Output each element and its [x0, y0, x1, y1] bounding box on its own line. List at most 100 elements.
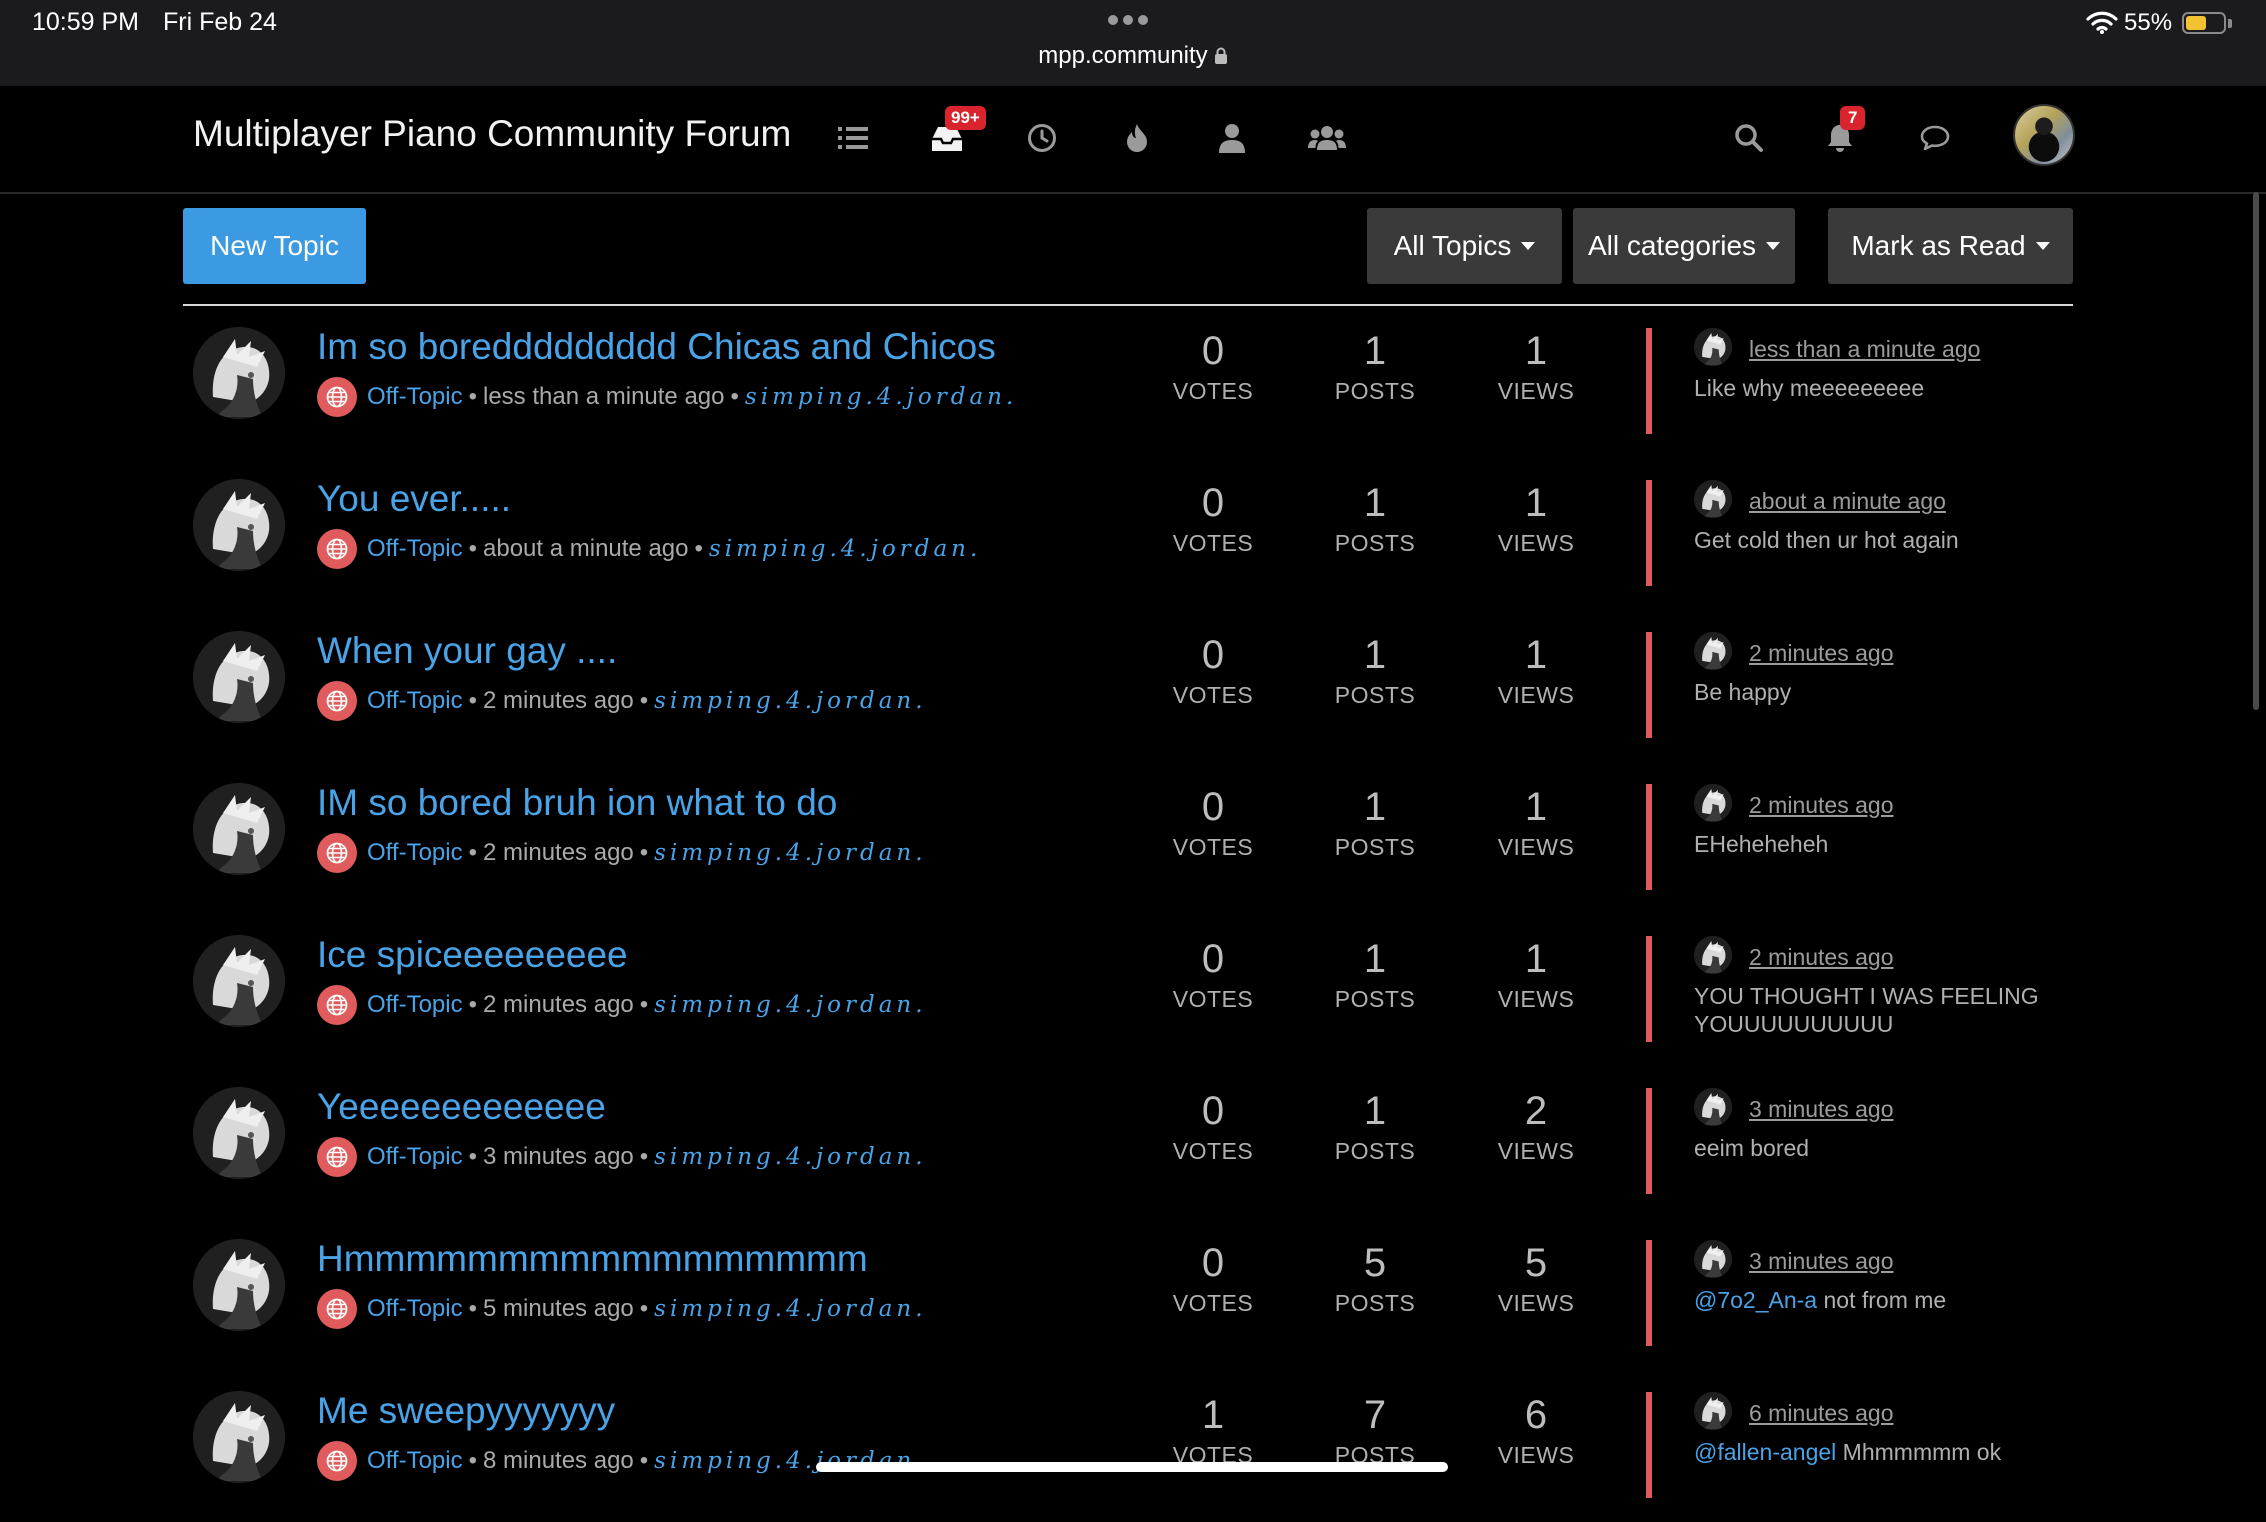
address-bar[interactable]: mpp.community	[0, 42, 2266, 72]
globe-icon[interactable]	[317, 377, 357, 417]
last-post-teaser[interactable]: Be happy	[1694, 678, 2054, 706]
category-link[interactable]: Off-Topic	[367, 535, 463, 563]
all-topics-dropdown[interactable]: All Topics	[1367, 208, 1562, 284]
user-mention-link[interactable]: @7o2_An-a	[1694, 1287, 1817, 1313]
topic-title-link[interactable]: IM so bored bruh ion what to do	[317, 782, 837, 824]
author-avatar[interactable]	[193, 327, 285, 419]
topic-title-link[interactable]: When your gay ....	[317, 630, 617, 672]
meta-separator: •	[468, 383, 477, 410]
last-poster-avatar[interactable]	[1694, 1392, 1732, 1430]
globe-icon[interactable]	[317, 985, 357, 1025]
last-poster-avatar[interactable]	[1694, 328, 1732, 366]
topic-title-link[interactable]: Hmmmmmmmmmmmmmmmmm	[317, 1238, 868, 1280]
last-post-time-link[interactable]: 3 minutes ago	[1749, 1096, 1893, 1123]
globe-icon[interactable]	[317, 1137, 357, 1177]
author-link[interactable]: simping.4.jordan.	[745, 384, 1017, 410]
views-count: 1	[1524, 481, 1548, 525]
last-post-teaser[interactable]: @7o2_An-a not from me	[1694, 1286, 2054, 1314]
author-avatar[interactable]	[193, 783, 285, 875]
category-link[interactable]: Off-Topic	[367, 839, 463, 867]
page-scrollbar[interactable]	[2253, 192, 2259, 710]
author-link[interactable]: simping.4.jordan.	[709, 536, 981, 562]
user-mention-link[interactable]: @fallen-angel	[1694, 1439, 1836, 1465]
topic-row[interactable]: IM so bored bruh ion what to do Off-Topi…	[0, 762, 2266, 914]
categories-list-icon[interactable]	[831, 116, 875, 160]
new-topic-button[interactable]: New Topic	[183, 208, 366, 284]
last-post-teaser[interactable]: eeim bored	[1694, 1134, 2054, 1162]
topic-row[interactable]: When your gay .... Off-Topic • 2 minutes…	[0, 610, 2266, 762]
last-poster-avatar[interactable]	[1694, 1088, 1732, 1126]
home-indicator[interactable]	[816, 1462, 1448, 1472]
mark-as-read-dropdown[interactable]: Mark as Read	[1828, 208, 2073, 284]
last-post-teaser[interactable]: Like why meeeeeeeee	[1694, 374, 2054, 402]
last-post-time-link[interactable]: 6 minutes ago	[1749, 1400, 1893, 1427]
topic-row[interactable]: Im so boreddddddddd Chicas and Chicos Of…	[0, 306, 2266, 458]
category-link[interactable]: Off-Topic	[367, 383, 463, 411]
last-post-teaser[interactable]: EHeheheheh	[1694, 830, 2054, 858]
author-avatar[interactable]	[193, 1239, 285, 1331]
category-link[interactable]: Off-Topic	[367, 687, 463, 715]
multitasking-dots-icon[interactable]	[1108, 12, 1156, 25]
topic-title-link[interactable]: Me sweepyyyyyyy	[317, 1390, 615, 1432]
author-avatar[interactable]	[193, 631, 285, 723]
last-post-teaser[interactable]: YOU THOUGHT I WAS FEELING YOUUUUUUUUUU	[1694, 982, 2054, 1038]
search-icon[interactable]	[1727, 116, 1771, 160]
author-link[interactable]: simping.4.jordan.	[654, 840, 926, 866]
topic-row[interactable]: Hmmmmmmmmmmmmmmmmm Off-Topic • 5 minutes…	[0, 1218, 2266, 1370]
last-post-time-link[interactable]: 2 minutes ago	[1749, 640, 1893, 667]
wifi-icon	[2086, 10, 2118, 39]
users-person-icon[interactable]	[1210, 116, 1254, 160]
topic-title-link[interactable]: Im so boreddddddddd Chicas and Chicos	[317, 326, 996, 368]
globe-icon[interactable]	[317, 833, 357, 873]
author-link[interactable]: simping.4.jordan.	[654, 1144, 926, 1170]
topic-row[interactable]: Yeeeeeeeeeeeee Off-Topic • 3 minutes ago…	[0, 1066, 2266, 1218]
teaser-text: not from me	[1817, 1287, 1947, 1313]
topic-title-link[interactable]: Ice spiceeeeeeeee	[317, 934, 628, 976]
teaser-accent-bar	[1646, 328, 1652, 434]
category-link[interactable]: Off-Topic	[367, 1143, 463, 1171]
topic-row[interactable]: Me sweepyyyyyyy Off-Topic • 8 minutes ag…	[0, 1370, 2266, 1522]
last-post-time-link[interactable]: less than a minute ago	[1749, 336, 1980, 363]
last-post-time-link[interactable]: 2 minutes ago	[1749, 944, 1893, 971]
last-post-teaser[interactable]: Get cold then ur hot again	[1694, 526, 2054, 554]
last-post-time-link[interactable]: 2 minutes ago	[1749, 792, 1893, 819]
author-link[interactable]: simping.4.jordan.	[654, 1296, 926, 1322]
category-link[interactable]: Off-Topic	[367, 1295, 463, 1323]
author-avatar[interactable]	[193, 1087, 285, 1179]
last-post-time-link[interactable]: 3 minutes ago	[1749, 1248, 1893, 1275]
forum-header: Multiplayer Piano Community Forum 99+ 7	[0, 86, 2266, 194]
last-post-teaser[interactable]: @fallen-angel Mhmmmmm ok	[1694, 1438, 2054, 1466]
globe-icon[interactable]	[317, 1289, 357, 1329]
unread-inbox-icon[interactable]: 99+	[925, 106, 986, 160]
last-poster-avatar[interactable]	[1694, 632, 1732, 670]
popular-fire-icon[interactable]	[1115, 116, 1159, 160]
last-post-time-link[interactable]: about a minute ago	[1749, 488, 1946, 515]
topic-row[interactable]: You ever..... Off-Topic • about a minute…	[0, 458, 2266, 610]
last-poster-avatar[interactable]	[1694, 784, 1732, 822]
author-avatar[interactable]	[193, 479, 285, 571]
groups-icon[interactable]	[1305, 116, 1349, 160]
globe-icon[interactable]	[317, 529, 357, 569]
category-link[interactable]: Off-Topic	[367, 1447, 463, 1475]
last-poster-avatar[interactable]	[1694, 936, 1732, 974]
all-categories-dropdown[interactable]: All categories	[1573, 208, 1795, 284]
user-avatar[interactable]	[2013, 104, 2075, 166]
author-avatar[interactable]	[193, 1391, 285, 1483]
category-link[interactable]: Off-Topic	[367, 991, 463, 1019]
topic-title-link[interactable]: Yeeeeeeeeeeeee	[317, 1086, 606, 1128]
forum-brand-title[interactable]: Multiplayer Piano Community Forum	[193, 113, 791, 155]
teaser-text: Mhmmmmm ok	[1836, 1439, 2002, 1465]
recent-clock-icon[interactable]	[1020, 116, 1064, 160]
chat-bubble-icon[interactable]	[1913, 116, 1957, 160]
author-avatar[interactable]	[193, 935, 285, 1027]
globe-icon[interactable]	[317, 1441, 357, 1481]
last-poster-avatar[interactable]	[1694, 480, 1732, 518]
topic-title-link[interactable]: You ever.....	[317, 478, 511, 520]
globe-icon[interactable]	[317, 681, 357, 721]
last-poster-avatar[interactable]	[1694, 1240, 1732, 1278]
votes-label: VOTES	[1172, 986, 1254, 1012]
author-link[interactable]: simping.4.jordan.	[654, 992, 926, 1018]
notifications-bell-icon[interactable]: 7	[1818, 106, 1866, 160]
topic-row[interactable]: Ice spiceeeeeeeee Off-Topic • 2 minutes …	[0, 914, 2266, 1066]
author-link[interactable]: simping.4.jordan.	[654, 688, 926, 714]
